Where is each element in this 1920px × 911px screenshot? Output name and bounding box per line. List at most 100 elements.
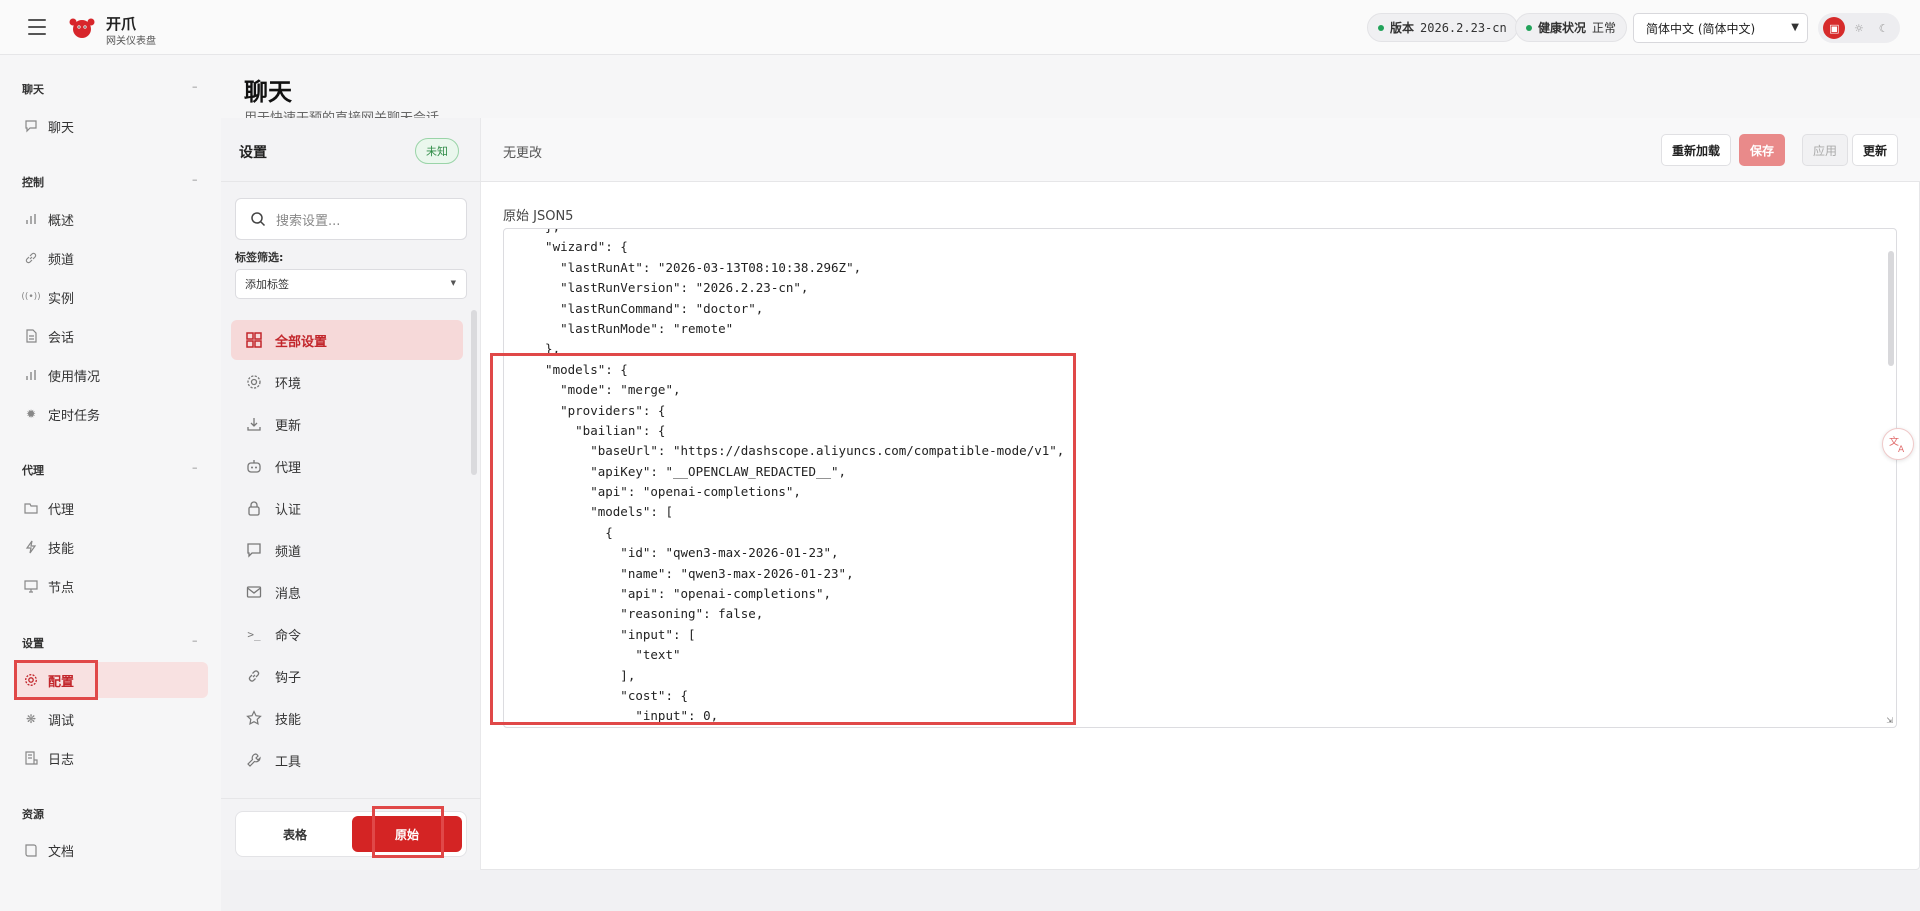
code-line[interactable]: "models": [ (504, 502, 1896, 522)
code-line[interactable]: "name": "qwen3-max-2026-01-23", (504, 564, 1896, 584)
code-line[interactable]: "wizard": { (504, 237, 1896, 257)
tag-filter-value: 添加标签 (245, 278, 289, 291)
save-button[interactable]: 保存 (1739, 134, 1786, 166)
translate-icon[interactable]: 文A (1882, 428, 1914, 460)
code-line[interactable]: "input": [ (504, 625, 1896, 645)
settings-item-commands[interactable]: >_ 命令 (231, 614, 463, 654)
nav-item-label: 实例 (48, 291, 75, 307)
collapse-icon[interactable]: – (192, 173, 198, 186)
settings-item-skills[interactable]: 技能 (231, 698, 463, 738)
settings-item-agents[interactable]: 代理 (231, 446, 463, 486)
code-line[interactable]: "baseUrl": "https://dashscope.aliyuncs.c… (504, 441, 1896, 461)
code-line[interactable]: "api": "openai-completions", (504, 584, 1896, 604)
nav-section-title: 设置 (22, 637, 44, 650)
settings-item-messages[interactable]: 消息 (231, 572, 463, 612)
nav-item-chat[interactable]: 聊天 (16, 108, 208, 144)
brand-title: 开爪 (106, 15, 137, 33)
code-line[interactable]: "lastRunAt": "2026-03-13T08:10:38.296Z", (504, 258, 1896, 278)
nav-item-logs[interactable]: 日志 (16, 740, 208, 776)
apply-button[interactable]: 应用 (1802, 134, 1849, 166)
code-line[interactable]: "cost": { (504, 686, 1896, 706)
nav-item-label: 会话 (48, 330, 75, 346)
chevron-down-icon: ▼ (450, 279, 456, 287)
settings-item-update[interactable]: 更新 (231, 404, 463, 444)
nav-item-instances[interactable]: ((•)) 实例 (16, 279, 208, 315)
settings-item-label: 工具 (275, 754, 302, 770)
nav-item-label: 定时任务 (48, 408, 101, 424)
code-line[interactable]: "models": { (504, 360, 1896, 380)
bug-icon: ❋ (25, 712, 37, 726)
code-line[interactable]: "bailian": { (504, 421, 1896, 441)
code-line[interactable]: "lastRunVersion": "2026.2.23-cn", (504, 278, 1896, 298)
page-title: 聊天 (244, 78, 292, 106)
code-line[interactable]: "mode": "merge", (504, 380, 1896, 400)
download-icon (245, 415, 263, 433)
code-line[interactable]: "reasoning": false, (504, 604, 1896, 624)
resize-handle-icon[interactable]: ⇲ (1886, 716, 1893, 725)
settings-item-channels[interactable]: 频道 (231, 530, 463, 570)
language-select[interactable]: 简体中文 (简体中文) ▼ (1633, 13, 1808, 43)
status-dot-icon (1378, 24, 1384, 31)
code-line[interactable]: "id": "qwen3-max-2026-01-23", (504, 543, 1896, 563)
settings-item-tools[interactable]: 工具 (231, 740, 463, 780)
nav-item-cron[interactable]: ✹ 定时任务 (16, 396, 208, 432)
collapse-icon[interactable]: – (192, 80, 198, 93)
json-editor[interactable]: }, "wizard": { "lastRunAt": "2026-03-13T… (503, 228, 1897, 728)
bolt-icon (24, 540, 38, 554)
monitor-icon (24, 579, 38, 593)
mail-icon (245, 583, 263, 601)
nav-item-nodes[interactable]: 节点 (16, 568, 208, 604)
code-line[interactable]: "apiKey": "__OPENCLAW_REDACTED__", (504, 462, 1896, 482)
nav-item-label: 文档 (48, 844, 75, 860)
settings-item-auth[interactable]: 认证 (231, 488, 463, 528)
nav-item-usage[interactable]: 使用情况 (16, 357, 208, 393)
reload-button[interactable]: 重新加载 (1661, 134, 1732, 166)
collapse-icon[interactable]: – (192, 634, 198, 647)
code-line[interactable]: }, (504, 229, 1896, 237)
collapse-icon[interactable]: – (192, 461, 198, 474)
sidebar-scrollbar[interactable] (471, 310, 477, 475)
nav-item-docs[interactable]: 文档 (16, 832, 208, 868)
settings-item-environment[interactable]: 环境 (231, 362, 463, 402)
raw-mode-button[interactable]: 原始 (352, 816, 462, 852)
nav-item-skills[interactable]: 技能 (16, 529, 208, 565)
code-line[interactable]: ], (504, 666, 1896, 686)
code-content[interactable]: }, "wizard": { "lastRunAt": "2026-03-13T… (504, 229, 1896, 728)
form-mode-button[interactable]: 表格 (240, 816, 350, 852)
code-line[interactable]: "api": "openai-completions", (504, 482, 1896, 502)
nav-item-sessions[interactable]: 会话 (16, 318, 208, 354)
update-button[interactable]: 更新 (1852, 134, 1899, 166)
code-line[interactable]: "providers": { (504, 401, 1896, 421)
sun-icon[interactable]: ☼ (1848, 17, 1870, 39)
code-line[interactable]: }, (504, 339, 1896, 359)
nav-item-overview[interactable]: 概述 (16, 201, 208, 237)
tag-filter-select[interactable]: 添加标签 ▼ (235, 269, 467, 299)
code-line[interactable]: { (504, 523, 1896, 543)
status-badge: 未知 (415, 138, 459, 164)
settings-header: 设置 未知 (221, 118, 481, 182)
code-line[interactable]: "input": 0, (504, 706, 1896, 726)
settings-search-input[interactable]: 搜索设置... (235, 198, 467, 240)
tag-filter-label: 标签筛选: (235, 251, 284, 264)
code-line[interactable]: "output": 0, (504, 727, 1896, 728)
menu-icon[interactable] (28, 19, 46, 35)
settings-item-all[interactable]: 全部设置 (231, 320, 463, 360)
nav-item-agents[interactable]: 代理 (16, 490, 208, 526)
settings-item-hooks[interactable]: 钩子 (231, 656, 463, 696)
nav-item-debug[interactable]: ❋ 调试 (16, 701, 208, 737)
editor-toolbar: 无更改 重新加载 保存 应用 更新 (481, 118, 1920, 182)
mode-switch-area: 表格 原始 (221, 798, 481, 870)
nav-item-label: 概述 (48, 213, 75, 229)
nav-item-config[interactable]: 配置 (16, 662, 208, 698)
nav-item-label: 聊天 (48, 120, 75, 136)
editor-scrollbar[interactable] (1888, 251, 1894, 366)
monitor-theme-icon[interactable]: ▣ (1823, 17, 1846, 39)
settings-title: 设置 (239, 145, 267, 161)
nav-item-label: 技能 (48, 541, 75, 557)
nav-item-channels[interactable]: 频道 (16, 240, 208, 276)
nav-section-title: 控制 (22, 176, 44, 189)
code-line[interactable]: "text" (504, 645, 1896, 665)
moon-icon[interactable]: ☾ (1873, 17, 1895, 39)
code-line[interactable]: "lastRunCommand": "doctor", (504, 299, 1896, 319)
code-line[interactable]: "lastRunMode": "remote" (504, 319, 1896, 339)
